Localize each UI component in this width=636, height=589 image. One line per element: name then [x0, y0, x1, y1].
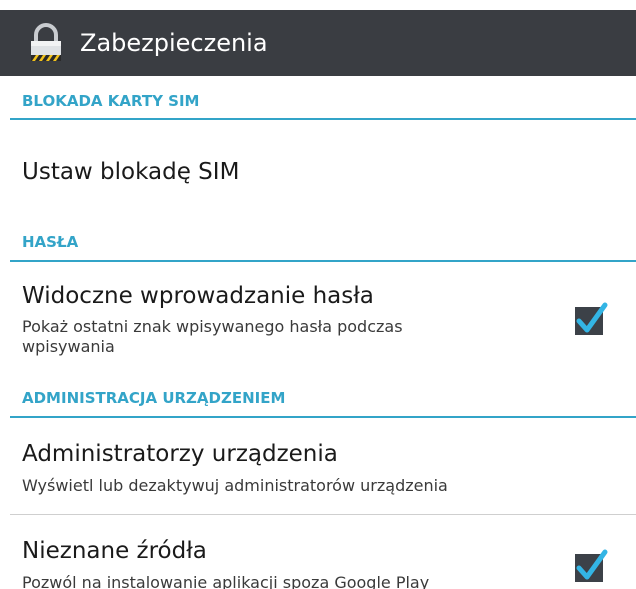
section-header-sim: BLOKADA KARTY SIM: [22, 92, 200, 110]
section-header-passwords: HASŁA: [22, 233, 79, 251]
setting-summary: Wyświetl lub dezaktywuj administratorów …: [22, 476, 448, 495]
lock-icon[interactable]: [24, 22, 68, 66]
action-bar: Zabezpieczenia: [0, 10, 636, 76]
setting-title: Nieznane źródła: [22, 538, 207, 564]
setting-visible-passwords[interactable]: Widoczne wprowadzanie hasła Pokaż ostatn…: [0, 262, 636, 380]
setting-title: Ustaw blokadę SIM: [22, 159, 240, 185]
setting-summary: Pozwól na instalowanie aplikacji spoza G…: [22, 573, 430, 589]
setting-title: Administratorzy urządzenia: [22, 441, 338, 467]
setting-sim-lock[interactable]: Ustaw blokadę SIM: [0, 120, 636, 220]
unknown-sources-checkbox[interactable]: [574, 549, 608, 583]
setting-summary: Pokaż ostatni znak wpisywanego hasła pod…: [22, 317, 403, 356]
security-settings-screen: Zabezpieczenia BLOKADA KARTY SIM Ustaw b…: [0, 0, 636, 589]
status-strip: [0, 0, 636, 10]
setting-device-administrators[interactable]: Administratorzy urządzenia Wyświetl lub …: [0, 418, 636, 514]
visible-passwords-checkbox[interactable]: [574, 302, 608, 336]
page-title: Zabezpieczenia: [80, 29, 268, 57]
setting-title: Widoczne wprowadzanie hasła: [22, 283, 374, 309]
section-header-device-admin: ADMINISTRACJA URZĄDZENIEM: [22, 389, 286, 407]
setting-unknown-sources[interactable]: Nieznane źródła Pozwól na instalowanie a…: [0, 515, 636, 589]
